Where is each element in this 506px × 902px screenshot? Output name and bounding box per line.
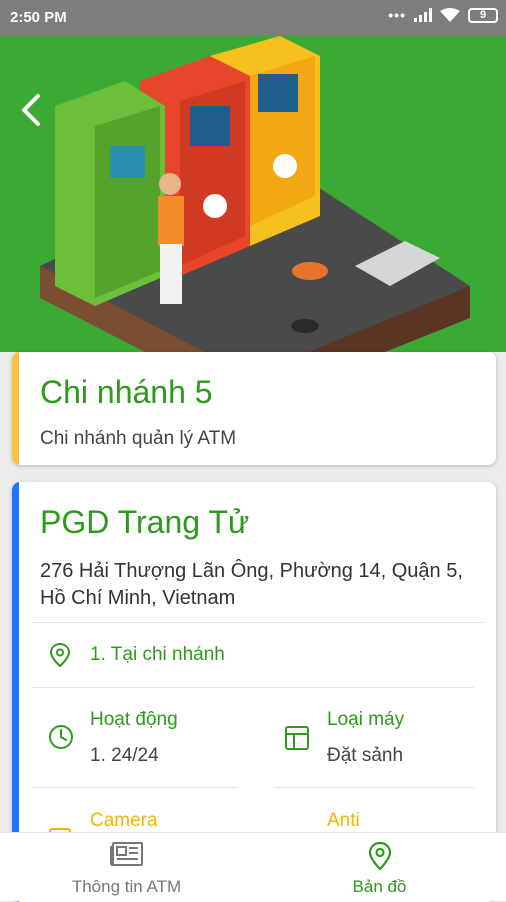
battery-level: 9 — [479, 9, 487, 21]
nav-item-map[interactable]: Bản đồ — [253, 833, 506, 901]
branch-card[interactable]: Chi nhánh 5 Chi nhánh quản lý ATM — [12, 352, 496, 465]
nav-item-atm-info[interactable]: Thông tin ATM — [0, 833, 253, 901]
nav-label-map: Bản đồ — [352, 877, 407, 896]
divider — [274, 787, 474, 788]
map-pin-icon — [368, 841, 391, 871]
signal-icon — [414, 8, 432, 22]
atm-address: 276 Hải Thượng Lãn Ông, Phường 14, Quận … — [40, 560, 463, 609]
divider — [32, 622, 484, 623]
anti-label: Anti — [327, 810, 360, 831]
atm-scene-image — [40, 36, 470, 352]
location-pin-icon — [49, 642, 71, 668]
nav-label-atm-info: Thông tin ATM — [71, 877, 182, 896]
newspaper-icon — [109, 842, 143, 866]
more-dots-icon: ••• — [388, 7, 406, 23]
camera-label: Camera — [90, 810, 158, 831]
branch-subtitle: Chi nhánh quản lý ATM — [40, 428, 237, 449]
status-icons: ••• 9 — [388, 7, 498, 23]
battery-icon: 9 — [468, 7, 498, 23]
hours-label: Hoạt động — [90, 709, 178, 730]
divider — [32, 687, 474, 688]
bottom-navigation: Thông tin ATM Bản đồ — [0, 832, 506, 901]
clock-icon — [49, 725, 73, 749]
status-time: 2:50 PM — [10, 9, 67, 26]
status-bar: 2:50 PM ••• 9 — [0, 0, 506, 36]
branch-card-accent — [12, 352, 19, 465]
location-text: 1. Tại chi nhánh — [90, 644, 225, 665]
atm-title: PGD Trang Tử — [40, 504, 250, 540]
machine-type-icon — [285, 726, 309, 750]
back-button[interactable] — [14, 90, 50, 130]
machine-type-value: Đặt sảnh — [327, 745, 404, 766]
wifi-icon — [440, 7, 460, 22]
branch-title: Chi nhánh 5 — [40, 374, 213, 410]
atm-illustration — [0, 36, 506, 352]
machine-type-label: Loại máy — [327, 709, 405, 730]
hours-value: 1. 24/24 — [90, 745, 159, 766]
divider — [32, 787, 238, 788]
